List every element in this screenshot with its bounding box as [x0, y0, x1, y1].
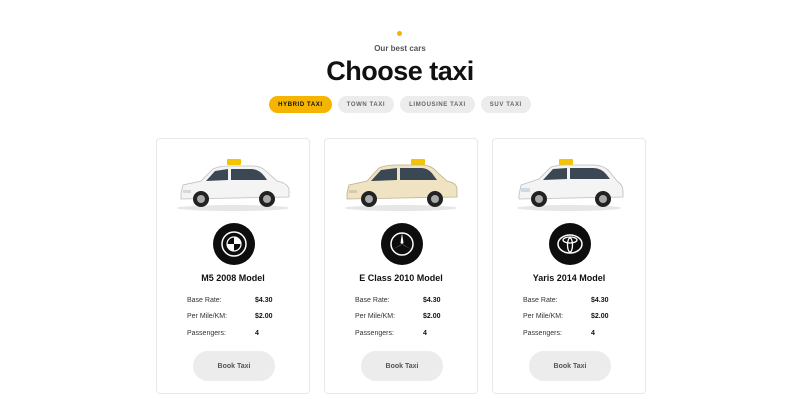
car-specs: Base Rate: $4.30 Per Mile/KM: $2.00 Pass… [523, 292, 623, 342]
spec-label: Per Mile/KM: [187, 313, 228, 321]
spec-value: 4 [423, 329, 427, 337]
spec-value: $4.30 [591, 296, 609, 304]
spec-row-passengers: Passengers: 4 [187, 325, 287, 342]
taxi-type-tabs: HYBRID TAXI TOWN TAXI LIMOUSINE TAXI SUV… [0, 96, 800, 113]
spec-row-per-mile: Per Mile/KM: $2.00 [523, 309, 623, 326]
spec-label: Base Rate: [355, 296, 390, 304]
tab-hybrid-taxi[interactable]: HYBRID TAXI [269, 96, 332, 113]
spec-value: $2.00 [423, 313, 441, 321]
spec-row-passengers: Passengers: 4 [355, 325, 455, 342]
spec-label: Base Rate: [523, 296, 558, 304]
spec-label: Passengers: [523, 329, 562, 337]
spec-value: 4 [255, 329, 259, 337]
book-taxi-button[interactable]: Book Taxi [529, 351, 611, 381]
spec-value: $2.00 [255, 313, 273, 321]
page-title: Choose taxi [326, 56, 474, 86]
spec-row-base-rate: Base Rate: $4.30 [523, 292, 623, 309]
book-taxi-button[interactable]: Book Taxi [361, 351, 443, 381]
spec-label: Per Mile/KM: [523, 313, 564, 321]
car-model-name: M5 2008 Model [201, 273, 265, 283]
car-cards: M5 2008 Model Base Rate: $4.30 Per Mile/… [156, 138, 646, 394]
sedan-car-image [345, 159, 458, 211]
accent-dot [397, 31, 402, 36]
section-eyebrow: Our best cars [374, 44, 426, 53]
spec-label: Per Mile/KM: [355, 313, 396, 321]
spec-row-per-mile: Per Mile/KM: $2.00 [355, 309, 455, 326]
tab-limousine-taxi[interactable]: LIMOUSINE TAXI [400, 96, 475, 113]
spec-label: Passengers: [187, 329, 226, 337]
spec-row-passengers: Passengers: 4 [523, 325, 623, 342]
bmw-logo-icon [213, 223, 255, 265]
spec-row-per-mile: Per Mile/KM: $2.00 [187, 309, 287, 326]
car-model-name: E Class 2010 Model [359, 273, 443, 283]
spec-value: 4 [591, 329, 595, 337]
spec-value: $4.30 [255, 296, 273, 304]
mercedes-logo-icon [381, 223, 423, 265]
spec-label: Passengers: [355, 329, 394, 337]
spec-value: $4.30 [423, 296, 441, 304]
car-card: M5 2008 Model Base Rate: $4.30 Per Mile/… [156, 138, 310, 394]
car-card: Yaris 2014 Model Base Rate: $4.30 Per Mi… [492, 138, 646, 394]
tab-town-taxi[interactable]: TOWN TAXI [337, 96, 395, 113]
spec-row-base-rate: Base Rate: $4.30 [355, 292, 455, 309]
car-specs: Base Rate: $4.30 Per Mile/KM: $2.00 Pass… [187, 292, 287, 342]
sedan-car-image [177, 159, 290, 211]
spec-value: $2.00 [591, 313, 609, 321]
spec-row-base-rate: Base Rate: $4.30 [187, 292, 287, 309]
spec-label: Base Rate: [187, 296, 222, 304]
car-card: E Class 2010 Model Base Rate: $4.30 Per … [324, 138, 478, 394]
hatchback-car-image [517, 159, 624, 211]
car-specs: Base Rate: $4.30 Per Mile/KM: $2.00 Pass… [355, 292, 455, 342]
book-taxi-button[interactable]: Book Taxi [193, 351, 275, 381]
tab-suv-taxi[interactable]: SUV TAXI [480, 96, 531, 113]
car-model-name: Yaris 2014 Model [532, 273, 606, 283]
toyota-logo-icon [549, 223, 591, 265]
